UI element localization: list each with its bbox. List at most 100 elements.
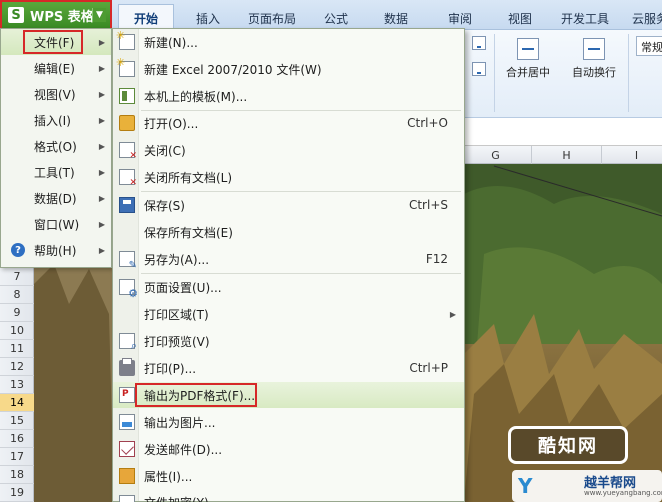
menu-item-print[interactable]: 打印(P)... Ctrl+P: [113, 355, 464, 381]
row-header-selected[interactable]: 14: [0, 394, 34, 412]
merge-center-label: 合并居中: [506, 66, 550, 79]
tab-bar: S WPS 表格 ▼ 开始 插入 页面布局 公式 数据 审阅 视图 开发工具 云…: [0, 0, 662, 31]
column-header[interactable]: I: [602, 146, 662, 164]
menu-item-label: 数据(D): [34, 191, 77, 206]
row-header[interactable]: 17: [0, 448, 34, 466]
menu-item-label: 新建 Excel 2007/2010 文件(W): [144, 62, 322, 77]
row-header[interactable]: 9: [0, 304, 34, 322]
menu-item-export-image[interactable]: 输出为图片...: [113, 409, 464, 435]
row-header[interactable]: 12: [0, 358, 34, 376]
tab-developer[interactable]: 开发工具: [552, 6, 618, 30]
tab-page-layout[interactable]: 页面布局: [240, 6, 304, 30]
row-header[interactable]: 15: [0, 412, 34, 430]
menu-item-label: 新建(N)...: [144, 35, 198, 50]
printer-icon: [119, 358, 135, 376]
menu-item-file[interactable]: 文件(F) ▶: [1, 29, 111, 55]
row-header[interactable]: 8: [0, 286, 34, 304]
row-header[interactable]: 11: [0, 340, 34, 358]
column-header[interactable]: G: [460, 146, 532, 164]
menu-item-label: 打印预览(V): [144, 334, 210, 349]
menu-item-shortcut: Ctrl+O: [407, 116, 448, 130]
tab-review[interactable]: 审阅: [432, 6, 488, 30]
encrypt-icon: [119, 495, 135, 502]
chevron-right-icon: ▶: [98, 89, 105, 99]
number-format-select[interactable]: 常规: [636, 36, 662, 56]
menu-item-label: 编辑(E): [34, 61, 75, 76]
app-title: WPS 表格: [30, 9, 94, 25]
menu-item-label: 另存为(A)...: [144, 252, 210, 267]
row-header[interactable]: 18: [0, 466, 34, 484]
app-dropdown-menu: 文件(F) ▶ 编辑(E) ▶ 视图(V) ▶ 插入(I) ▶ 格式(O) ▶ …: [0, 28, 112, 268]
menu-item-close[interactable]: 关闭(C): [113, 137, 464, 163]
merge-center-button[interactable]: 合并居中: [506, 38, 550, 80]
chevron-right-icon: ▶: [98, 141, 105, 151]
menu-item-label: 发送邮件(D)...: [144, 442, 223, 457]
menu-item-label: 页面设置(U)...: [144, 280, 222, 295]
watermark-site-url: www.yueyangbang.com: [584, 489, 662, 497]
wrap-text-icon: [583, 38, 605, 60]
menu-item-encrypt[interactable]: 文件加密(Y)...: [113, 489, 464, 502]
row-header[interactable]: 16: [0, 430, 34, 448]
app-menu-button[interactable]: S WPS 表格 ▼: [0, 0, 112, 30]
wrap-text-button[interactable]: 自动换行: [572, 38, 616, 80]
close-doc-icon: [119, 142, 137, 161]
menu-item-save-as[interactable]: 另存为(A)... F12: [113, 246, 464, 272]
watermark-badge: 酷知网: [508, 426, 628, 464]
menu-item-properties[interactable]: 属性(I)...: [113, 463, 464, 489]
menu-item-new-excel[interactable]: 新建 Excel 2007/2010 文件(W): [113, 56, 464, 82]
page-setup-icon: [119, 279, 138, 300]
chevron-right-icon: ▶: [98, 63, 105, 73]
ribbon-divider: [628, 34, 629, 112]
tab-insert[interactable]: 插入: [180, 6, 236, 30]
menu-item-label: 打开(O)...: [144, 116, 199, 131]
menu-item-save[interactable]: 保存(S) Ctrl+S: [113, 192, 464, 218]
menu-item-export-pdf[interactable]: 输出为PDF格式(F)...: [113, 382, 464, 408]
tab-home[interactable]: 开始: [118, 4, 174, 31]
save-icon: [119, 197, 135, 213]
menu-item-label: 格式(O): [34, 139, 77, 154]
indent-button[interactable]: [472, 62, 486, 80]
tab-data[interactable]: 数据: [368, 6, 424, 30]
menu-item-shortcut: Ctrl+S: [408, 198, 448, 212]
menu-item-print-area[interactable]: 打印区域(T) ▶: [113, 301, 464, 327]
chevron-right-icon: ▶: [98, 219, 105, 229]
menu-item-label: 工具(T): [34, 165, 75, 180]
row-header[interactable]: 10: [0, 322, 34, 340]
menu-item-label: 文件(F): [34, 35, 75, 50]
menu-item-local-templates[interactable]: 本机上的模板(M)...: [113, 83, 464, 109]
menu-item-close-all[interactable]: 关闭所有文档(L): [113, 164, 464, 190]
help-icon: ?: [11, 243, 25, 257]
menu-item-help[interactable]: ? 帮助(H) ▶: [1, 237, 111, 263]
menu-item-window[interactable]: 窗口(W) ▶: [1, 211, 111, 237]
menu-item-open[interactable]: 打开(O)... Ctrl+O: [113, 110, 464, 136]
indent-icon: [472, 62, 486, 76]
menu-item-send-mail[interactable]: 发送邮件(D)...: [113, 436, 464, 462]
close-all-icon: [119, 169, 137, 188]
menu-item-page-setup[interactable]: 页面设置(U)...: [113, 274, 464, 300]
column-header[interactable]: H: [532, 146, 602, 164]
watermark: 酷知网 越羊帮网 www.yueyangbang.com Y: [478, 420, 662, 502]
row-header[interactable]: 13: [0, 376, 34, 394]
new-icon: [116, 29, 135, 50]
menu-item-edit[interactable]: 编辑(E) ▶: [1, 55, 111, 81]
menu-item-save-all[interactable]: 保存所有文档(E): [113, 219, 464, 245]
menu-item-label: 关闭所有文档(L): [144, 170, 233, 185]
row-header[interactable]: 19: [0, 484, 34, 502]
menu-item-tools[interactable]: 工具(T) ▶: [1, 159, 111, 185]
align-top-button[interactable]: [472, 36, 486, 54]
menu-item-data[interactable]: 数据(D) ▶: [1, 185, 111, 211]
menu-item-label: 本机上的模板(M)...: [144, 89, 248, 104]
tab-view[interactable]: 视图: [492, 6, 548, 30]
menu-item-label: 视图(V): [34, 87, 76, 102]
watermark-badge-text: 酷知网: [538, 436, 598, 457]
row-header[interactable]: 7: [0, 268, 34, 286]
tab-cloud[interactable]: 云服务: [622, 6, 662, 30]
open-folder-icon: [119, 115, 135, 131]
menu-item-label: 打印区域(T): [144, 307, 209, 322]
menu-item-print-preview[interactable]: 打印预览(V): [113, 328, 464, 354]
tab-formulas[interactable]: 公式: [308, 6, 364, 30]
menu-item-view[interactable]: 视图(V) ▶: [1, 81, 111, 107]
menu-item-new[interactable]: 新建(N)...: [113, 29, 464, 55]
menu-item-format[interactable]: 格式(O) ▶: [1, 133, 111, 159]
menu-item-insert[interactable]: 插入(I) ▶: [1, 107, 111, 133]
